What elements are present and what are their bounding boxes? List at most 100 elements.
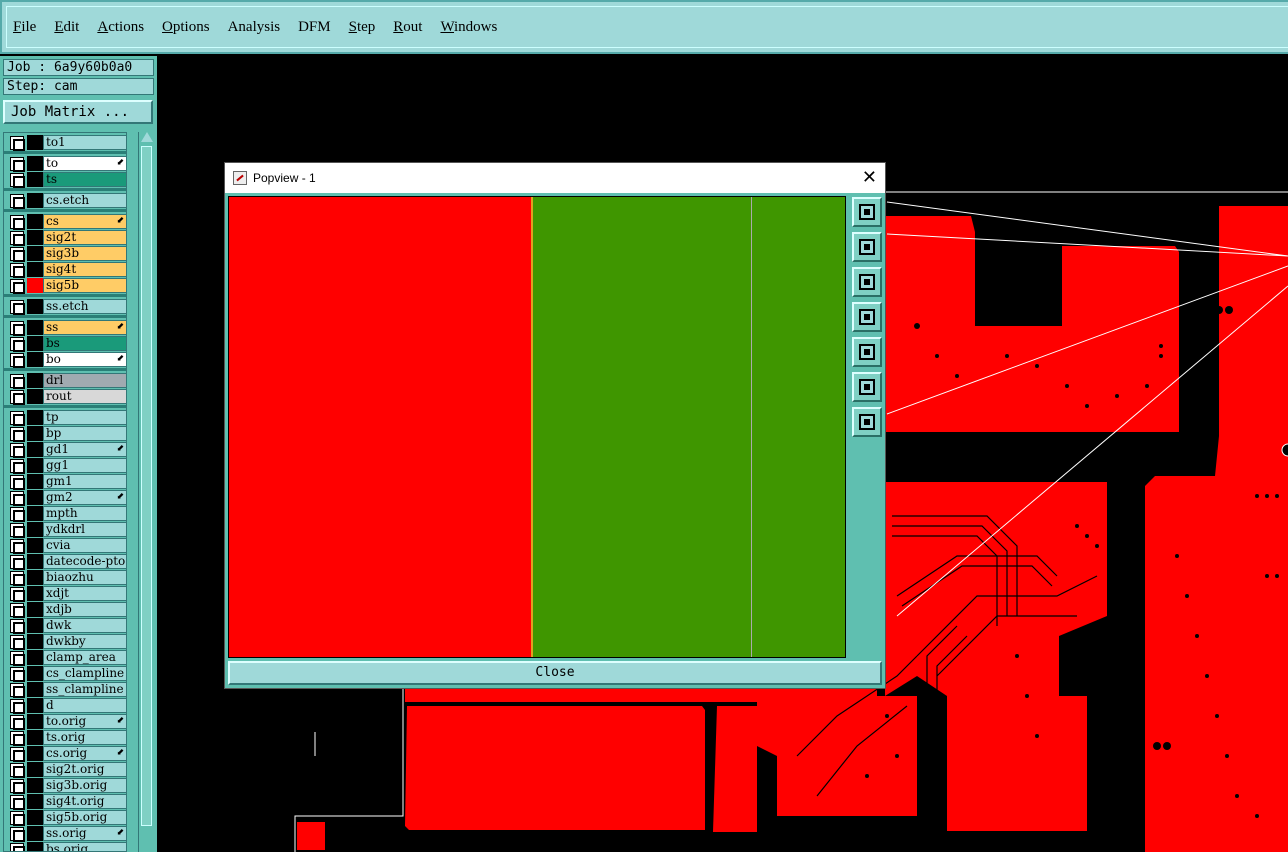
layer-color-swatch[interactable] bbox=[27, 826, 43, 841]
layer-color-swatch[interactable] bbox=[27, 410, 43, 425]
layer-color-swatch[interactable] bbox=[27, 474, 43, 489]
layer-row-to1[interactable]: to1 bbox=[7, 135, 126, 151]
layer-checkbox[interactable] bbox=[10, 667, 25, 682]
layer-checkbox[interactable] bbox=[10, 571, 25, 586]
layer-checkbox[interactable] bbox=[10, 136, 25, 151]
menu-dfm[interactable]: DFM bbox=[298, 19, 331, 36]
layer-row-sig3b[interactable]: sig3b bbox=[7, 246, 126, 262]
layer-color-swatch[interactable] bbox=[27, 389, 43, 404]
layer-checkbox[interactable] bbox=[10, 374, 25, 389]
layer-row-d[interactable]: d bbox=[7, 698, 126, 714]
layer-name[interactable]: bp bbox=[43, 426, 126, 441]
layer-row-bs.orig[interactable]: bs.orig bbox=[7, 842, 126, 851]
layer-row-gd1[interactable]: gd1 ⬋ bbox=[7, 442, 126, 458]
layer-checkbox[interactable] bbox=[10, 173, 25, 188]
layer-checkbox[interactable] bbox=[10, 279, 25, 294]
layer-checkbox[interactable] bbox=[10, 475, 25, 490]
layer-name[interactable]: gm2 ⬋ bbox=[43, 490, 126, 505]
close-button[interactable]: Close bbox=[228, 661, 882, 685]
layer-name[interactable]: ts.orig bbox=[43, 730, 126, 745]
layer-row-cs.etch[interactable]: cs.etch bbox=[7, 193, 126, 209]
zoom-in-button[interactable] bbox=[852, 372, 882, 402]
layer-row-sig4t[interactable]: sig4t bbox=[7, 262, 126, 278]
layer-checkbox[interactable] bbox=[10, 507, 25, 522]
layer-row-sig4t.orig[interactable]: sig4t.orig bbox=[7, 794, 126, 810]
layer-color-swatch[interactable] bbox=[27, 522, 43, 537]
layer-name[interactable]: bs bbox=[43, 336, 126, 351]
layer-color-swatch[interactable] bbox=[27, 602, 43, 617]
layer-row-cvia[interactable]: cvia bbox=[7, 538, 126, 554]
layer-row-bs[interactable]: bs bbox=[7, 336, 126, 352]
layer-row-ss_clampline[interactable]: ss_clampline bbox=[7, 682, 126, 698]
layer-name[interactable]: sig3b bbox=[43, 246, 126, 261]
layer-name[interactable]: cs ⬋ bbox=[43, 214, 126, 229]
layer-color-swatch[interactable] bbox=[27, 698, 43, 713]
layer-row-to.orig[interactable]: to.orig ⬋ bbox=[7, 714, 126, 730]
layer-name[interactable]: rout bbox=[43, 389, 126, 404]
layer-color-swatch[interactable] bbox=[27, 299, 43, 314]
layer-checkbox[interactable] bbox=[10, 427, 25, 442]
layer-checkbox[interactable] bbox=[10, 555, 25, 570]
layer-checkbox[interactable] bbox=[10, 603, 25, 618]
layer-checkbox[interactable] bbox=[10, 523, 25, 538]
layer-row-tp[interactable]: tp bbox=[7, 410, 126, 426]
layer-checkbox[interactable] bbox=[10, 443, 25, 458]
pan-up-button[interactable] bbox=[852, 232, 882, 262]
layer-color-swatch[interactable] bbox=[27, 554, 43, 569]
layer-color-swatch[interactable] bbox=[27, 156, 43, 171]
popview-viewport[interactable] bbox=[228, 196, 846, 658]
layer-name[interactable]: cs.orig ⬋ bbox=[43, 746, 126, 761]
layer-color-swatch[interactable] bbox=[27, 336, 43, 351]
menu-options[interactable]: Options bbox=[162, 19, 210, 36]
layer-row-ss.orig[interactable]: ss.orig ⬋ bbox=[7, 826, 126, 842]
layer-checkbox[interactable] bbox=[10, 715, 25, 730]
layer-name[interactable]: sig5b.orig bbox=[43, 810, 126, 825]
layer-row-sig5b.orig[interactable]: sig5b.orig bbox=[7, 810, 126, 826]
layer-color-swatch[interactable] bbox=[27, 730, 43, 745]
layer-row-cs[interactable]: cs ⬋ bbox=[7, 214, 126, 230]
layer-name[interactable]: gm1 bbox=[43, 474, 126, 489]
layer-color-swatch[interactable] bbox=[27, 618, 43, 633]
layer-name[interactable]: to.orig ⬋ bbox=[43, 714, 126, 729]
layer-name[interactable]: sig2t bbox=[43, 230, 126, 245]
layer-name[interactable]: ss ⬋ bbox=[43, 320, 126, 335]
layer-name[interactable]: ss_clampline bbox=[43, 682, 126, 697]
layer-color-swatch[interactable] bbox=[27, 666, 43, 681]
layer-row-gm2[interactable]: gm2 ⬋ bbox=[7, 490, 126, 506]
layer-row-rout[interactable]: rout bbox=[7, 389, 126, 405]
layer-color-swatch[interactable] bbox=[27, 214, 43, 229]
layer-checkbox[interactable] bbox=[10, 827, 25, 842]
layer-checkbox[interactable] bbox=[10, 247, 25, 262]
layer-checkbox[interactable] bbox=[10, 263, 25, 278]
menu-step[interactable]: Step bbox=[349, 19, 376, 36]
layer-checkbox[interactable] bbox=[10, 779, 25, 794]
layer-checkbox[interactable] bbox=[10, 635, 25, 650]
job-matrix-button[interactable]: Job Matrix ... bbox=[3, 100, 153, 124]
layer-color-swatch[interactable] bbox=[27, 352, 43, 367]
layer-row-mpth[interactable]: mpth bbox=[7, 506, 126, 522]
layer-row-sig3b.orig[interactable]: sig3b.orig bbox=[7, 778, 126, 794]
layer-color-swatch[interactable] bbox=[27, 586, 43, 601]
layer-name[interactable]: dwkby bbox=[43, 634, 126, 649]
layer-name[interactable]: ydkdrl bbox=[43, 522, 126, 537]
layer-color-swatch[interactable] bbox=[27, 746, 43, 761]
layer-row-gg1[interactable]: gg1 bbox=[7, 458, 126, 474]
layer-row-ts.orig[interactable]: ts.orig bbox=[7, 730, 126, 746]
layer-color-swatch[interactable] bbox=[27, 426, 43, 441]
layer-checkbox[interactable] bbox=[10, 390, 25, 405]
layer-row-biaozhu[interactable]: biaozhu bbox=[7, 570, 126, 586]
layer-row-bo[interactable]: bo ⬋ bbox=[7, 352, 126, 368]
pan-left-button[interactable] bbox=[852, 302, 882, 332]
layer-name[interactable]: sig3b.orig bbox=[43, 778, 126, 793]
menu-windows[interactable]: Windows bbox=[440, 19, 497, 36]
layer-name[interactable]: gg1 bbox=[43, 458, 126, 473]
menu-rout[interactable]: Rout bbox=[393, 19, 422, 36]
layer-checkbox[interactable] bbox=[10, 843, 25, 851]
zoom-window-button[interactable] bbox=[852, 197, 882, 227]
layer-color-swatch[interactable] bbox=[27, 778, 43, 793]
layer-checkbox[interactable] bbox=[10, 491, 25, 506]
layer-row-sig5b[interactable]: sig5b bbox=[7, 278, 126, 294]
layer-name[interactable]: cs.etch bbox=[43, 193, 126, 208]
layer-row-xdjt[interactable]: xdjt bbox=[7, 586, 126, 602]
layer-color-swatch[interactable] bbox=[27, 714, 43, 729]
